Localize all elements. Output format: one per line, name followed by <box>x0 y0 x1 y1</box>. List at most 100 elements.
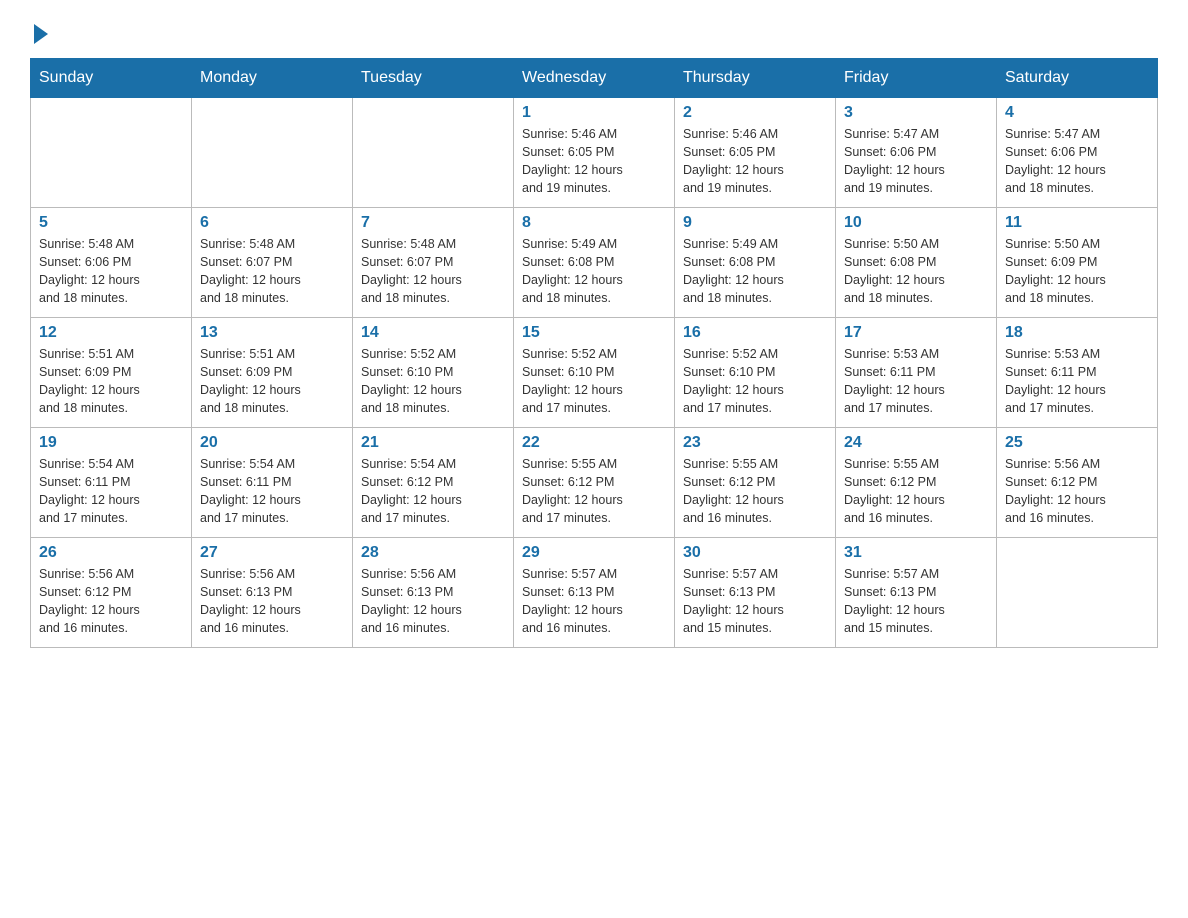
day-number: 13 <box>200 324 344 342</box>
day-cell: 11 Sunrise: 5:50 AMSunset: 6:09 PMDayligh… <box>997 208 1158 318</box>
day-number: 15 <box>522 324 666 342</box>
day-cell: 16Sunrise: 5:52 AMSunset: 6:10 PMDayligh… <box>675 318 836 428</box>
day-cell <box>997 538 1158 648</box>
day-cell: 30 Sunrise: 5:57 AMSunset: 6:13 PMDayligh… <box>675 538 836 648</box>
day-cell: 23Sunrise: 5:55 AMSunset: 6:12 PMDayligh… <box>675 428 836 538</box>
day-number: 28 <box>361 544 505 562</box>
day-number: 12 <box>39 324 183 342</box>
header-day-thursday: Thursday <box>675 59 836 98</box>
day-cell: 1 Sunrise: 5:46 AMSunset: 6:05 PMDaylight… <box>514 98 675 208</box>
day-number: 20 <box>200 434 344 452</box>
day-cell: 9Sunrise: 5:49 AMSunset: 6:08 PMDaylight… <box>675 208 836 318</box>
day-cell: 28 Sunrise: 5:56 AMSunset: 6:13 PMDayligh… <box>353 538 514 648</box>
day-number: 5 <box>39 214 183 232</box>
day-number: 24 <box>844 434 988 452</box>
day-info: Sunrise: 5:46 AMSunset: 6:05 PMDaylight:… <box>683 125 827 198</box>
day-cell: 17 Sunrise: 5:53 AMSunset: 6:11 PMDayligh… <box>836 318 997 428</box>
day-info: Sunrise: 5:57 AMSunset: 6:13 PMDaylight:… <box>683 565 827 638</box>
calendar-table: SundayMondayTuesdayWednesdayThursdayFrid… <box>30 58 1158 648</box>
header-day-tuesday: Tuesday <box>353 59 514 98</box>
day-info: Sunrise: 5:49 AMSunset: 6:08 PMDaylight:… <box>522 235 666 308</box>
day-number: 25 <box>1005 434 1149 452</box>
header-row: SundayMondayTuesdayWednesdayThursdayFrid… <box>31 59 1158 98</box>
day-info: Sunrise: 5:57 AMSunset: 6:13 PMDaylight:… <box>844 565 988 638</box>
day-info: Sunrise: 5:51 AMSunset: 6:09 PMDaylight:… <box>39 345 183 418</box>
day-number: 7 <box>361 214 505 232</box>
day-number: 10 <box>844 214 988 232</box>
day-cell: 25 Sunrise: 5:56 AMSunset: 6:12 PMDayligh… <box>997 428 1158 538</box>
header-day-friday: Friday <box>836 59 997 98</box>
day-info: Sunrise: 5:56 AMSunset: 6:12 PMDaylight:… <box>39 565 183 638</box>
day-number: 3 <box>844 104 988 122</box>
header-day-saturday: Saturday <box>997 59 1158 98</box>
day-number: 11 <box>1005 214 1149 232</box>
day-number: 17 <box>844 324 988 342</box>
day-cell: 3Sunrise: 5:47 AMSunset: 6:06 PMDaylight… <box>836 98 997 208</box>
day-info: Sunrise: 5:54 AMSunset: 6:11 PMDaylight:… <box>200 455 344 528</box>
day-info: Sunrise: 5:54 AMSunset: 6:11 PMDaylight:… <box>39 455 183 528</box>
day-number: 18 <box>1005 324 1149 342</box>
page-header <box>30 20 1158 40</box>
day-number: 30 <box>683 544 827 562</box>
day-cell: 14 Sunrise: 5:52 AMSunset: 6:10 PMDayligh… <box>353 318 514 428</box>
header-day-sunday: Sunday <box>31 59 192 98</box>
day-number: 22 <box>522 434 666 452</box>
day-info: Sunrise: 5:55 AMSunset: 6:12 PMDaylight:… <box>683 455 827 528</box>
header-day-monday: Monday <box>192 59 353 98</box>
day-info: Sunrise: 5:53 AMSunset: 6:11 PMDaylight:… <box>844 345 988 418</box>
day-number: 2 <box>683 104 827 122</box>
day-cell: 19Sunrise: 5:54 AMSunset: 6:11 PMDayligh… <box>31 428 192 538</box>
day-number: 27 <box>200 544 344 562</box>
week-row-5: 26Sunrise: 5:56 AMSunset: 6:12 PMDayligh… <box>31 538 1158 648</box>
day-cell <box>353 98 514 208</box>
day-info: Sunrise: 5:53 AMSunset: 6:11 PMDaylight:… <box>1005 345 1149 418</box>
day-info: Sunrise: 5:52 AMSunset: 6:10 PMDaylight:… <box>361 345 505 418</box>
day-cell: 6Sunrise: 5:48 AMSunset: 6:07 PMDaylight… <box>192 208 353 318</box>
header-day-wednesday: Wednesday <box>514 59 675 98</box>
day-info: Sunrise: 5:48 AMSunset: 6:06 PMDaylight:… <box>39 235 183 308</box>
logo-arrow-icon <box>34 24 48 44</box>
day-cell: 29Sunrise: 5:57 AMSunset: 6:13 PMDayligh… <box>514 538 675 648</box>
day-cell: 22 Sunrise: 5:55 AMSunset: 6:12 PMDayligh… <box>514 428 675 538</box>
day-info: Sunrise: 5:50 AMSunset: 6:09 PMDaylight:… <box>1005 235 1149 308</box>
day-info: Sunrise: 5:54 AMSunset: 6:12 PMDaylight:… <box>361 455 505 528</box>
day-number: 29 <box>522 544 666 562</box>
day-cell: 27 Sunrise: 5:56 AMSunset: 6:13 PMDayligh… <box>192 538 353 648</box>
day-info: Sunrise: 5:47 AMSunset: 6:06 PMDaylight:… <box>1005 125 1149 198</box>
day-info: Sunrise: 5:52 AMSunset: 6:10 PMDaylight:… <box>522 345 666 418</box>
day-cell: 24 Sunrise: 5:55 AMSunset: 6:12 PMDayligh… <box>836 428 997 538</box>
day-number: 4 <box>1005 104 1149 122</box>
logo <box>30 20 48 40</box>
day-cell <box>31 98 192 208</box>
day-cell: 8Sunrise: 5:49 AMSunset: 6:08 PMDaylight… <box>514 208 675 318</box>
day-cell: 10Sunrise: 5:50 AMSunset: 6:08 PMDayligh… <box>836 208 997 318</box>
day-cell: 31 Sunrise: 5:57 AMSunset: 6:13 PMDayligh… <box>836 538 997 648</box>
day-info: Sunrise: 5:55 AMSunset: 6:12 PMDaylight:… <box>844 455 988 528</box>
day-cell: 4 Sunrise: 5:47 AMSunset: 6:06 PMDaylight… <box>997 98 1158 208</box>
day-info: Sunrise: 5:48 AMSunset: 6:07 PMDaylight:… <box>361 235 505 308</box>
day-info: Sunrise: 5:56 AMSunset: 6:13 PMDaylight:… <box>361 565 505 638</box>
day-cell: 20 Sunrise: 5:54 AMSunset: 6:11 PMDayligh… <box>192 428 353 538</box>
day-info: Sunrise: 5:56 AMSunset: 6:12 PMDaylight:… <box>1005 455 1149 528</box>
day-number: 16 <box>683 324 827 342</box>
day-cell: 21 Sunrise: 5:54 AMSunset: 6:12 PMDayligh… <box>353 428 514 538</box>
day-cell: 5 Sunrise: 5:48 AMSunset: 6:06 PMDaylight… <box>31 208 192 318</box>
day-cell: 7 Sunrise: 5:48 AMSunset: 6:07 PMDaylight… <box>353 208 514 318</box>
calendar-header: SundayMondayTuesdayWednesdayThursdayFrid… <box>31 59 1158 98</box>
day-info: Sunrise: 5:46 AMSunset: 6:05 PMDaylight:… <box>522 125 666 198</box>
day-number: 21 <box>361 434 505 452</box>
week-row-4: 19Sunrise: 5:54 AMSunset: 6:11 PMDayligh… <box>31 428 1158 538</box>
day-cell <box>192 98 353 208</box>
week-row-2: 5 Sunrise: 5:48 AMSunset: 6:06 PMDaylight… <box>31 208 1158 318</box>
day-number: 1 <box>522 104 666 122</box>
day-info: Sunrise: 5:55 AMSunset: 6:12 PMDaylight:… <box>522 455 666 528</box>
calendar-body: 1 Sunrise: 5:46 AMSunset: 6:05 PMDaylight… <box>31 98 1158 648</box>
day-number: 31 <box>844 544 988 562</box>
day-cell: 15 Sunrise: 5:52 AMSunset: 6:10 PMDayligh… <box>514 318 675 428</box>
day-cell: 2 Sunrise: 5:46 AMSunset: 6:05 PMDaylight… <box>675 98 836 208</box>
day-cell: 26Sunrise: 5:56 AMSunset: 6:12 PMDayligh… <box>31 538 192 648</box>
day-number: 14 <box>361 324 505 342</box>
day-number: 9 <box>683 214 827 232</box>
day-info: Sunrise: 5:56 AMSunset: 6:13 PMDaylight:… <box>200 565 344 638</box>
day-cell: 12 Sunrise: 5:51 AMSunset: 6:09 PMDayligh… <box>31 318 192 428</box>
